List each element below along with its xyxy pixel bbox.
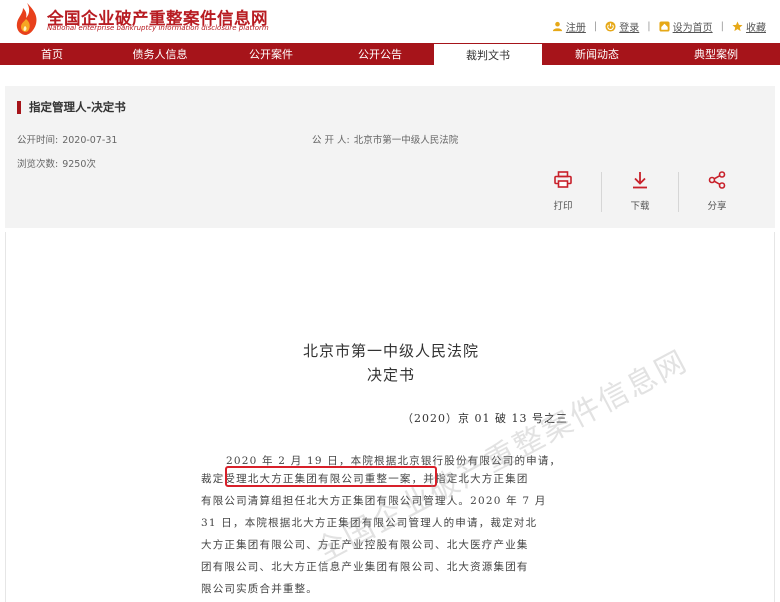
set-homepage-link[interactable]: 设为首页 (659, 19, 713, 34)
highlight-annotation-box (225, 466, 437, 487)
document-title: 指定管理人-决定书 (29, 100, 126, 114)
publish-time-label: 公开时间: (17, 135, 59, 146)
print-label: 打印 (553, 201, 573, 212)
court-name: 北京市第一中级人民法院 (302, 342, 479, 360)
document-viewer[interactable]: 北京市第一中级人民法院 决定书 （2020）京 01 破 13 号之三 2020… (5, 232, 775, 602)
register-link[interactable]: 注册 (552, 19, 586, 34)
heading-accent-bar (17, 100, 21, 114)
document-actions: 打印 下载 分享 (525, 168, 755, 216)
nav-tab-home[interactable]: 首页 (0, 43, 104, 65)
body-line: 有限公司清算组担任北大方正集团有限公司管理人。2020 年 7 月 (201, 495, 547, 507)
flame-logo-icon[interactable] (12, 2, 42, 36)
user-icon (552, 21, 562, 32)
publish-time: 公开时间: 2020-07-31 (17, 132, 117, 146)
print-button[interactable]: 打印 (525, 168, 601, 216)
site-header: 全国企业破产重整案件信息网 National enterprise bankru… (0, 0, 780, 40)
power-icon (605, 21, 616, 32)
link-separator: | (647, 21, 651, 32)
nav-tab-public-cases[interactable]: 公开案件 (216, 43, 326, 65)
login-label: 登录 (619, 23, 640, 34)
site-subtitle: National enterprise bankruptcy informati… (47, 24, 269, 32)
nav-tab-typical-cases[interactable]: 典型案例 (652, 43, 780, 65)
star-icon (732, 21, 743, 32)
main-nav: 首页 债务人信息 公开案件 公开公告 裁判文书 新闻动态 典型案例 (0, 43, 780, 65)
publisher: 公 开 人: 北京市第一中级人民法院 (312, 132, 458, 146)
publisher-value: 北京市第一中级人民法院 (353, 135, 459, 146)
link-separator: | (593, 21, 598, 32)
printer-icon (554, 171, 572, 188)
login-link[interactable]: 登录 (605, 19, 639, 34)
download-icon (633, 172, 647, 189)
body-line: 大方正集团有限公司、方正产业控股有限公司、北大医疗产业集 (201, 539, 529, 551)
document-heading: 指定管理人-决定书 (17, 99, 126, 115)
nav-tab-news[interactable]: 新闻动态 (542, 43, 652, 65)
case-number: （2020）京 01 破 13 号之三 (402, 412, 568, 425)
publish-time-value: 2020-07-31 (62, 135, 118, 146)
body-line: 31 日，本院根据北大方正集团有限公司管理人的申请，裁定对北 (201, 517, 538, 529)
share-label: 分享 (707, 201, 727, 212)
home-icon (659, 21, 670, 32)
document-type: 决定书 (366, 366, 415, 384)
download-button[interactable]: 下载 (602, 168, 678, 216)
view-count: 浏览次数: 9250次 (17, 156, 96, 170)
views-label: 浏览次数: (17, 159, 59, 170)
body-line: 团有限公司、北大方正信息产业集团有限公司、北大资源集团有 (201, 561, 529, 573)
nav-tab-public-notices[interactable]: 公开公告 (326, 43, 434, 65)
register-label: 注册 (565, 23, 586, 34)
favorite-link[interactable]: 收藏 (732, 19, 766, 34)
set-homepage-label: 设为首页 (672, 23, 713, 34)
share-button[interactable]: 分享 (679, 168, 755, 216)
body-line: 限公司实质合并重整。 (201, 583, 318, 595)
views-value: 9250次 (62, 159, 96, 170)
favorite-label: 收藏 (746, 23, 766, 34)
publisher-label: 公 开 人: (312, 135, 350, 146)
top-links: 注册 | 登录 | 设为首页 | 收藏 (552, 19, 766, 34)
document-info-panel: 指定管理人-决定书 公开时间: 2020-07-31 公 开 人: 北京市第一中级人… (5, 86, 775, 228)
nav-tab-debtor-info[interactable]: 债务人信息 (104, 43, 216, 65)
link-separator: | (720, 21, 724, 32)
nav-tab-judgments[interactable]: 裁判文书 (434, 43, 542, 65)
share-icon (708, 171, 726, 189)
download-label: 下载 (630, 201, 650, 212)
